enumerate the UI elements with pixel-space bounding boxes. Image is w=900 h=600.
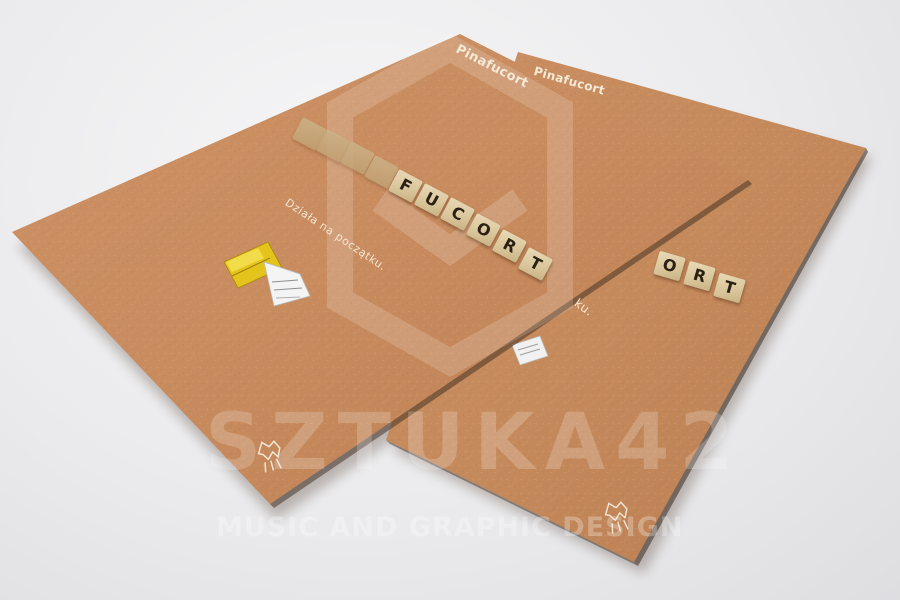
flyers-illustration [12, 33, 872, 574]
watermark-subtitle: MUSIC AND GRAPHIC DESIGN [216, 512, 684, 543]
product-mockup-scene: Pinafucort Działa na początku. Pinafucor… [0, 0, 900, 600]
watermark-name: SZTUKA42 [205, 398, 744, 488]
